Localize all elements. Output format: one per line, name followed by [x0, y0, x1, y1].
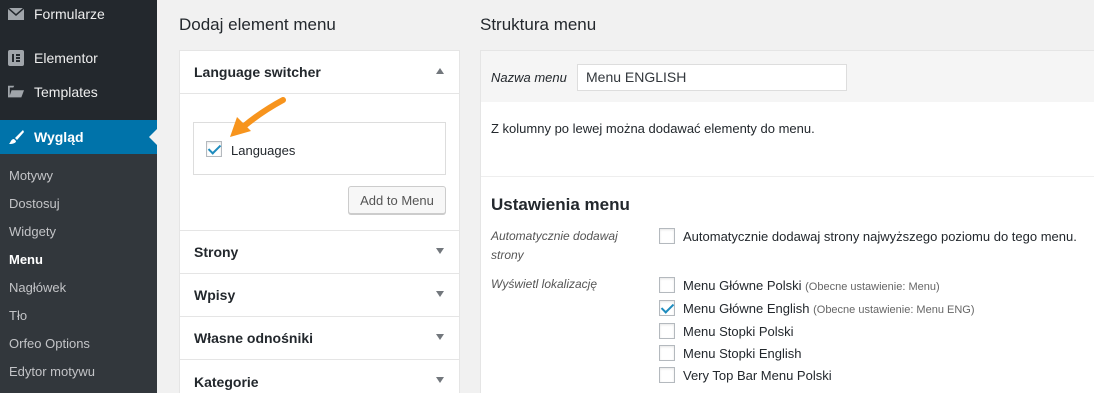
- menu-instructions: Z kolumny po lewej można dodawać element…: [491, 121, 815, 136]
- accordion-wpisy[interactable]: Wpisy: [180, 274, 459, 317]
- arrow-down-icon: [436, 334, 444, 340]
- location-label: Menu Główne English: [683, 301, 810, 316]
- arrow-up-icon: [436, 68, 444, 74]
- elementor-icon: [8, 50, 24, 66]
- location-checkbox[interactable]: [659, 277, 675, 293]
- location-checkbox[interactable]: [659, 345, 675, 361]
- accordion-wlasne-odnosniki[interactable]: Własne odnośniki: [180, 317, 459, 360]
- location-note: (Obecne ustawienie: Menu ENG): [813, 304, 975, 316]
- language-switcher-body: Languages Add to Menu: [180, 94, 459, 231]
- auto-add-pages-text: Automatycznie dodawaj strony najwyższego…: [683, 229, 1077, 244]
- accordion-title: Strony: [194, 244, 239, 260]
- sidebar-item-label: Wygląd: [34, 129, 84, 145]
- brush-icon: [8, 129, 24, 145]
- sidebar-item-formularze[interactable]: Formularze: [0, 0, 157, 28]
- menu-name-input[interactable]: Menu ENGLISH: [577, 64, 847, 91]
- divider: [481, 176, 1094, 177]
- menu-name-label: Nazwa menu: [491, 70, 567, 85]
- sidebar-item-wyglad[interactable]: Wygląd: [0, 120, 157, 154]
- location-label: Menu Główne Polski: [683, 278, 802, 293]
- languages-label: Languages: [231, 143, 296, 158]
- add-menu-items-panel: Language switcher Languages Add to Menu …: [179, 50, 460, 393]
- display-location-label: Wyświetl lokalizację: [491, 277, 598, 291]
- menu-settings-title: Ustawienia menu: [491, 195, 630, 214]
- location-label: Menu Stopki Polski: [683, 324, 794, 339]
- accordion-kategorie[interactable]: Kategorie: [180, 360, 459, 393]
- submenu-item-orfeo-options[interactable]: Orfeo Options: [9, 336, 90, 351]
- submenu-item-menu[interactable]: Menu: [9, 252, 43, 267]
- sidebar-item-elementor[interactable]: Elementor: [0, 41, 157, 75]
- annotation-arrow-icon: [230, 97, 286, 137]
- location-checkbox[interactable]: [659, 323, 675, 339]
- add-to-menu-button[interactable]: Add to Menu: [348, 186, 446, 214]
- sidebar-item-label: Templates: [34, 84, 98, 100]
- auto-add-pages-label: Automatycznie dodawaj strony: [491, 229, 618, 262]
- accordion-title: Własne odnośniki: [194, 330, 314, 346]
- arrow-down-icon: [436, 377, 444, 383]
- accordion-title: Wpisy: [194, 287, 236, 303]
- sidebar-item-templates[interactable]: Templates: [0, 75, 157, 109]
- add-menu-items-heading: Dodaj element menu: [179, 15, 336, 34]
- location-label: Menu Stopki English: [683, 346, 802, 361]
- menu-body: Z kolumny po lewej można dodawać element…: [480, 102, 1094, 393]
- menu-header: Nazwa menu Menu ENGLISH: [480, 50, 1094, 103]
- appearance-submenu: Motywy Dostosuj Widgety Menu Nagłówek Tł…: [0, 154, 157, 393]
- languages-checkbox[interactable]: [206, 141, 222, 157]
- folder-icon: [8, 84, 24, 100]
- auto-add-pages-checkbox[interactable]: [659, 228, 675, 244]
- submenu-item-edytor-motywu[interactable]: Edytor motywu: [9, 364, 95, 379]
- location-note: (Obecne ustawienie: Menu): [805, 281, 940, 293]
- location-label: Very Top Bar Menu Polski: [683, 368, 832, 383]
- envelope-icon: [8, 6, 24, 22]
- sidebar-item-label: Elementor: [34, 50, 98, 66]
- submenu-item-dostosuj[interactable]: Dostosuj: [9, 196, 60, 211]
- accordion-title: Language switcher: [194, 64, 321, 80]
- accordion-language-switcher[interactable]: Language switcher: [180, 51, 459, 94]
- accordion-title: Kategorie: [194, 373, 259, 390]
- submenu-item-naglowek[interactable]: Nagłówek: [9, 280, 66, 295]
- location-checkbox[interactable]: [659, 367, 675, 383]
- location-checkbox[interactable]: [659, 300, 675, 316]
- submenu-item-tlo[interactable]: Tło: [9, 308, 27, 323]
- submenu-item-widgety[interactable]: Widgety: [9, 224, 56, 239]
- admin-sidebar: Formularze Elementor Templates Wygląd Mo…: [0, 0, 157, 393]
- submenu-item-motywy[interactable]: Motywy: [9, 168, 53, 183]
- accordion-strony[interactable]: Strony: [180, 231, 459, 274]
- menu-structure-heading: Struktura menu: [480, 15, 597, 34]
- arrow-down-icon: [436, 248, 444, 254]
- arrow-down-icon: [436, 291, 444, 297]
- sidebar-item-label: Formularze: [34, 6, 105, 22]
